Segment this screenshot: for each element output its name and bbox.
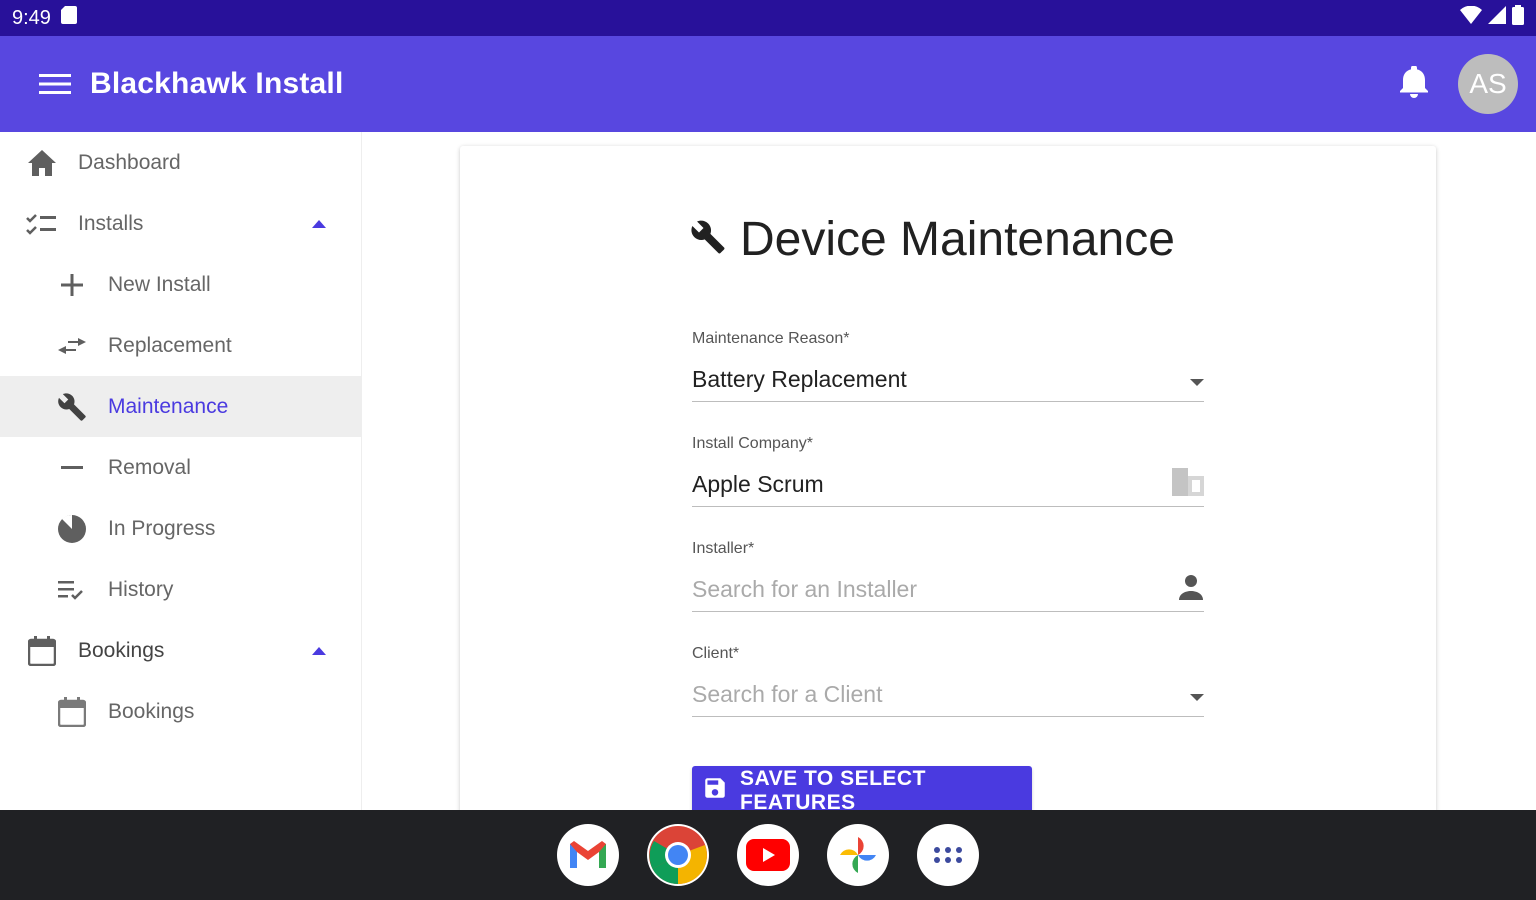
sidebar-item-bookings-sub[interactable]: Bookings [0, 681, 361, 742]
gmail-icon[interactable] [557, 824, 619, 886]
dropdown-arrow-icon[interactable] [1190, 681, 1204, 708]
sidebar-item-label: Bookings [108, 699, 195, 723]
sidebar-item-label: History [108, 577, 174, 601]
install-company-input[interactable]: Apple Scrum [692, 463, 1204, 507]
battery-icon [1512, 5, 1524, 31]
sidebar: Dashboard Installs New Install Replaceme… [0, 132, 362, 810]
home-icon [26, 147, 58, 179]
status-bar: 9:49 [0, 0, 1536, 36]
sidebar-item-removal[interactable]: Removal [0, 437, 361, 498]
pie-icon [56, 513, 88, 545]
form-card: Device Maintenance Maintenance Reason* B… [460, 146, 1436, 826]
chevron-up-icon[interactable] [308, 640, 330, 662]
client-field: Client* [692, 645, 1204, 717]
sidebar-item-in-progress[interactable]: In Progress [0, 498, 361, 559]
signal-icon [1488, 6, 1506, 30]
sidebar-item-maintenance[interactable]: Maintenance [0, 376, 361, 437]
sidebar-item-dashboard[interactable]: Dashboard [0, 132, 361, 193]
save-to-select-features-button[interactable]: SAVE TO SELECT FEATURES [692, 766, 1032, 816]
wifi-icon [1460, 5, 1482, 30]
taskbar [0, 810, 1536, 900]
sidebar-item-replacement[interactable]: Replacement [0, 315, 361, 376]
field-label: Maintenance Reason* [692, 330, 850, 347]
list-check-icon [56, 574, 88, 606]
maintenance-reason-field: Maintenance Reason* Battery Replacement [692, 330, 1204, 402]
maintenance-reason-select[interactable]: Battery Replacement [692, 358, 1204, 402]
sidebar-item-label: Installs [78, 211, 144, 235]
calendar-icon [26, 635, 58, 667]
calendar-icon [56, 696, 88, 728]
avatar[interactable]: AS [1458, 54, 1518, 114]
installer-field: Installer* [692, 540, 1204, 612]
install-company-field: Install Company* Apple Scrum [692, 435, 1204, 507]
client-search-row [692, 673, 1204, 717]
field-value: Apple Scrum [692, 471, 824, 497]
hamburger-menu-icon[interactable] [38, 67, 72, 101]
sidebar-item-label: In Progress [108, 516, 216, 540]
minus-icon [56, 452, 88, 484]
sidebar-item-new-install[interactable]: New Install [0, 254, 361, 315]
page-title: Device Maintenance [690, 212, 1175, 267]
app-title: Blackhawk Install [90, 67, 344, 100]
installer-search-row [692, 568, 1204, 612]
youtube-icon[interactable] [737, 824, 799, 886]
status-time: 9:49 [12, 6, 51, 29]
field-label: Installer* [692, 540, 755, 557]
chevron-up-icon[interactable] [308, 213, 330, 235]
sidebar-item-label: Maintenance [108, 394, 229, 418]
app-bar: Blackhawk Install AS [0, 36, 1536, 132]
client-search-input[interactable] [692, 681, 1132, 708]
save-button-label: SAVE TO SELECT FEATURES [740, 767, 926, 814]
apps-icon[interactable] [917, 824, 979, 886]
field-label: Client* [692, 645, 740, 662]
sidebar-item-label: Replacement [108, 333, 232, 357]
sidebar-item-label: New Install [108, 272, 211, 296]
wrench-icon [690, 212, 726, 267]
sidebar-item-label: Removal [108, 455, 191, 479]
installer-search-input[interactable] [692, 576, 1132, 603]
main-content: Device Maintenance Maintenance Reason* B… [362, 132, 1536, 826]
plus-icon [56, 269, 88, 301]
swap-icon [56, 330, 88, 362]
sidebar-item-label: Bookings [78, 638, 165, 662]
sidebar-item-history[interactable]: History [0, 559, 361, 620]
sd-card-icon [60, 6, 77, 30]
bell-icon[interactable] [1400, 64, 1428, 103]
field-label: Install Company* [692, 435, 813, 452]
dropdown-arrow-icon[interactable] [1190, 366, 1204, 393]
sidebar-item-bookings[interactable]: Bookings [0, 620, 361, 681]
field-value: Battery Replacement [692, 366, 907, 392]
business-icon [1172, 467, 1204, 502]
chrome-icon[interactable] [647, 824, 709, 886]
sidebar-item-label: Dashboard [78, 150, 181, 174]
save-icon [702, 775, 728, 807]
photos-icon[interactable] [827, 824, 889, 886]
page-title-text: Device Maintenance [740, 213, 1175, 266]
person-icon [1178, 574, 1204, 606]
wrench-icon [56, 391, 88, 423]
sidebar-item-installs[interactable]: Installs [0, 193, 361, 254]
checklist-icon [26, 208, 58, 240]
